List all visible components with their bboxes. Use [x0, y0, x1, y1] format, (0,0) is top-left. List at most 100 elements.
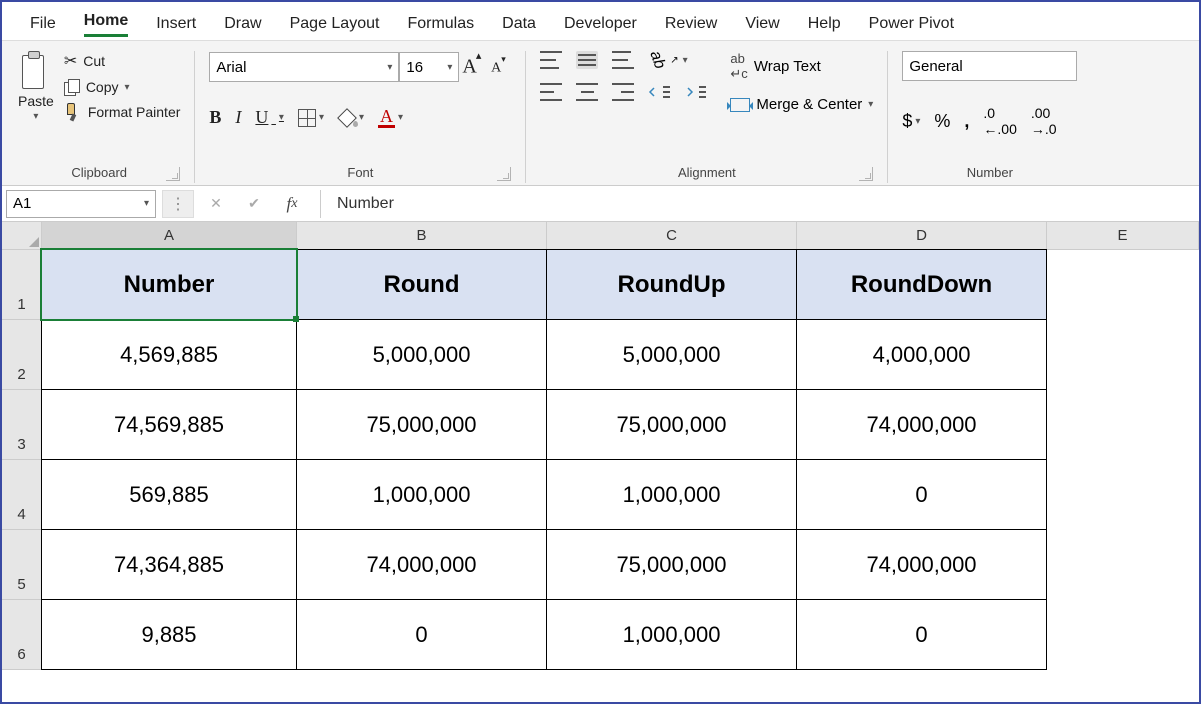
- increase-indent-button[interactable]: [684, 83, 706, 101]
- font-name-select[interactable]: Arial▾: [209, 52, 399, 82]
- paste-button[interactable]: Paste ▾: [18, 51, 54, 122]
- cell-c5[interactable]: 75,000,000: [546, 529, 797, 600]
- chevron-down-icon[interactable]: ▾: [125, 82, 130, 93]
- empty-column-e[interactable]: [1047, 250, 1199, 670]
- merge-label: Merge & Center: [756, 96, 862, 113]
- dialog-launcher-icon[interactable]: [166, 167, 180, 181]
- tab-draw[interactable]: Draw: [224, 15, 261, 33]
- cell-d1[interactable]: RoundDown: [796, 249, 1047, 320]
- dialog-launcher-icon[interactable]: [859, 167, 873, 181]
- align-bottom-button[interactable]: [612, 51, 634, 69]
- row-header-4[interactable]: 4: [2, 460, 42, 530]
- cell-d4[interactable]: 0: [796, 459, 1047, 530]
- tab-help[interactable]: Help: [808, 15, 841, 33]
- cell-d3[interactable]: 74,000,000: [796, 389, 1047, 460]
- tab-home[interactable]: Home: [84, 12, 128, 37]
- cell-c6[interactable]: 1,000,000: [546, 599, 797, 670]
- copy-label: Copy: [86, 79, 119, 95]
- align-left-button[interactable]: [540, 83, 562, 101]
- chevron-down-icon[interactable]: ▾: [33, 111, 38, 122]
- bold-button[interactable]: B: [209, 107, 221, 128]
- cell-b1[interactable]: Round: [296, 249, 547, 320]
- increase-font-icon[interactable]: A▴: [459, 55, 485, 79]
- tab-formulas[interactable]: Formulas: [407, 15, 474, 33]
- cell-c4[interactable]: 1,000,000: [546, 459, 797, 530]
- formula-input[interactable]: Number: [327, 190, 1195, 218]
- borders-button[interactable]: ▾: [298, 109, 324, 127]
- cut-button[interactable]: Cut: [64, 51, 181, 71]
- copy-button[interactable]: Copy ▾: [64, 79, 181, 95]
- align-center-button[interactable]: [576, 83, 598, 101]
- tab-developer[interactable]: Developer: [564, 15, 637, 33]
- tab-file[interactable]: File: [30, 15, 56, 33]
- cell-a4[interactable]: 569,885: [41, 459, 297, 530]
- name-box[interactable]: A1▾: [6, 190, 156, 218]
- cell-b6[interactable]: 0: [296, 599, 547, 670]
- row-header-2[interactable]: 2: [2, 320, 42, 390]
- row-header-3[interactable]: 3: [2, 390, 42, 460]
- cell-a5[interactable]: 74,364,885: [41, 529, 297, 600]
- row-header-5[interactable]: 5: [2, 530, 42, 600]
- cell-d2[interactable]: 4,000,000: [796, 319, 1047, 390]
- column-header-d[interactable]: D: [797, 222, 1047, 250]
- decrease-font-icon[interactable]: A▾: [485, 58, 511, 77]
- cell-b5[interactable]: 74,000,000: [296, 529, 547, 600]
- column-header-a[interactable]: A: [42, 222, 297, 250]
- cell-b3[interactable]: 75,000,000: [296, 389, 547, 460]
- number-format-select[interactable]: General: [902, 51, 1077, 81]
- align-middle-button[interactable]: [576, 51, 598, 69]
- increase-decimal-button[interactable]: .0←.00: [983, 105, 1016, 137]
- percent-button[interactable]: %: [934, 111, 950, 132]
- row-header-6[interactable]: 6: [2, 600, 42, 670]
- chevron-down-icon[interactable]: ▾: [359, 112, 364, 123]
- decrease-indent-button[interactable]: [648, 83, 670, 101]
- align-top-button[interactable]: [540, 51, 562, 69]
- tab-view[interactable]: View: [745, 15, 779, 33]
- currency-button[interactable]: $▾: [902, 111, 920, 132]
- cancel-icon[interactable]: ✕: [200, 190, 232, 218]
- chevron-down-icon[interactable]: ▾: [279, 112, 284, 123]
- tab-data[interactable]: Data: [502, 15, 536, 33]
- underline-button[interactable]: U ▾: [255, 107, 284, 128]
- select-all-corner[interactable]: [2, 222, 42, 250]
- cell-a3[interactable]: 74,569,885: [41, 389, 297, 460]
- column-header-b[interactable]: B: [297, 222, 547, 250]
- tab-review[interactable]: Review: [665, 15, 717, 33]
- cell-d5[interactable]: 74,000,000: [796, 529, 1047, 600]
- wrap-text-button[interactable]: ab↵cWrap Text: [730, 51, 873, 82]
- name-box-options[interactable]: ⋮: [162, 190, 194, 218]
- fx-icon[interactable]: fx: [276, 190, 308, 218]
- enter-icon[interactable]: ✔: [238, 190, 270, 218]
- tab-page-layout[interactable]: Page Layout: [290, 15, 380, 33]
- format-painter-button[interactable]: Format Painter: [64, 103, 181, 121]
- comma-button[interactable]: ,: [964, 111, 969, 132]
- chevron-down-icon: ▾: [447, 62, 452, 73]
- cell-d6[interactable]: 0: [796, 599, 1047, 670]
- cell-a6[interactable]: 9,885: [41, 599, 297, 670]
- cell-b4[interactable]: 1,000,000: [296, 459, 547, 530]
- row-header-1[interactable]: 1: [2, 250, 42, 320]
- cell-c1[interactable]: RoundUp: [546, 249, 797, 320]
- merge-center-button[interactable]: Merge & Center ▾: [730, 96, 873, 113]
- fill-color-button[interactable]: ▾: [338, 109, 364, 127]
- italic-button[interactable]: I: [235, 107, 241, 128]
- chevron-down-icon[interactable]: ▾: [319, 112, 324, 123]
- column-header-e[interactable]: E: [1047, 222, 1199, 250]
- font-color-button[interactable]: A▾: [378, 107, 403, 128]
- orientation-button[interactable]: ab↗▾: [648, 51, 687, 69]
- chevron-down-icon[interactable]: ▾: [144, 198, 149, 209]
- align-right-button[interactable]: [612, 83, 634, 101]
- tab-insert[interactable]: Insert: [156, 15, 196, 33]
- decrease-decimal-button[interactable]: .00→.0: [1031, 105, 1057, 137]
- column-header-c[interactable]: C: [547, 222, 797, 250]
- chevron-down-icon[interactable]: ▾: [398, 112, 403, 123]
- cell-a1[interactable]: Number: [41, 249, 297, 320]
- chevron-down-icon[interactable]: ▾: [868, 99, 873, 110]
- dialog-launcher-icon[interactable]: [497, 167, 511, 181]
- cell-c2[interactable]: 5,000,000: [546, 319, 797, 390]
- cell-b2[interactable]: 5,000,000: [296, 319, 547, 390]
- tab-power-pivot[interactable]: Power Pivot: [869, 15, 954, 33]
- cell-c3[interactable]: 75,000,000: [546, 389, 797, 460]
- font-size-select[interactable]: 16▾: [399, 52, 459, 82]
- cell-a2[interactable]: 4,569,885: [41, 319, 297, 390]
